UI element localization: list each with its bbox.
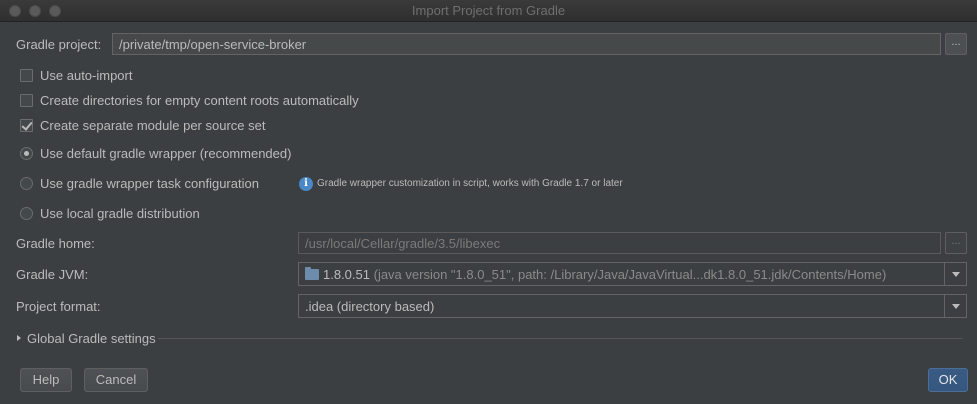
cancel-button[interactable]: Cancel [84,368,148,392]
global-gradle-settings-toggle[interactable]: Global Gradle settings [27,331,156,346]
chevron-down-icon[interactable] [944,263,966,285]
triangle-right-icon[interactable] [17,335,21,341]
gradle-project-input[interactable]: /private/tmp/open-service-broker [112,33,941,55]
gradle-home-browse-button[interactable]: ... [945,232,967,254]
default-wrapper-label: Use default gradle wrapper (recommended) [40,146,292,161]
gradle-home-label: Gradle home: [16,236,95,251]
info-icon: i [299,177,313,191]
separate-module-label: Create separate module per source set [40,118,266,133]
gradle-project-label: Gradle project: [16,37,102,52]
create-directories-checkbox[interactable] [20,94,33,107]
auto-import-label: Use auto-import [40,68,133,83]
wrapper-info-hint: Gradle wrapper customization in script, … [317,178,623,189]
local-distribution-radio[interactable] [20,207,33,220]
chevron-down-icon[interactable] [944,295,966,317]
title-bar: Import Project from Gradle [0,0,977,22]
gradle-project-browse-button[interactable]: ... [945,33,967,55]
project-format-dropdown[interactable]: .idea (directory based) [298,294,967,318]
separate-module-checkbox[interactable] [20,119,33,132]
local-distribution-label: Use local gradle distribution [40,206,200,221]
ok-button[interactable]: OK [928,368,968,392]
gradle-home-input[interactable]: /usr/local/Cellar/gradle/3.5/libexec [298,232,941,254]
auto-import-checkbox[interactable] [20,69,33,82]
jdk-folder-icon [305,267,319,280]
wrapper-task-radio[interactable] [20,177,33,190]
create-directories-label: Create directories for empty content roo… [40,93,359,108]
help-button[interactable]: Help [20,368,72,392]
gradle-jvm-dropdown[interactable]: 1.8.0.51 (java version "1.8.0_51", path:… [298,262,967,286]
jdk-version: 1.8.0.51 [323,267,370,282]
window-title: Import Project from Gradle [411,3,566,18]
section-divider [158,338,963,339]
gradle-jvm-label: Gradle JVM: [16,267,89,282]
default-wrapper-radio[interactable] [20,147,33,160]
project-format-value: .idea (directory based) [305,299,435,314]
jdk-detail: (java version "1.8.0_51", path: /Library… [370,267,887,282]
wrapper-task-label: Use gradle wrapper task configuration [40,176,259,191]
project-format-label: Project format: [16,299,101,314]
